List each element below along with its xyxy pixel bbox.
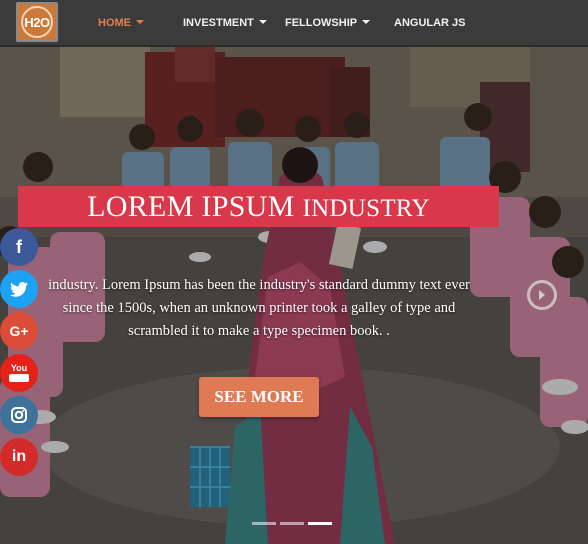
nav-item-label: ANGULAR JS (394, 17, 466, 29)
hero-carousel: LOREM IPSUM INDUSTRY industry. Lorem Ips… (0, 47, 588, 544)
top-navbar: H2O HOME INVESTMENT FELLOWSHIP ANGULAR J… (0, 0, 588, 46)
instagram-icon (11, 407, 27, 423)
chevron-right-icon (539, 290, 545, 300)
see-more-button[interactable]: SEE MORE (199, 377, 319, 417)
carousel-indicator[interactable] (280, 522, 304, 525)
nav-item-angular-js[interactable]: ANGULAR JS (394, 0, 466, 46)
hero-title-banner: LOREM IPSUM INDUSTRY (18, 186, 499, 227)
nav-item-label: INVESTMENT (183, 17, 254, 29)
caret-down-icon (258, 20, 267, 24)
carousel-indicator[interactable] (252, 522, 276, 525)
linkedin-icon: in (11, 448, 27, 465)
nav-item-fellowship[interactable]: FELLOWSHIP (285, 0, 371, 46)
logo-text: H2O (21, 6, 53, 38)
site-logo[interactable]: H2O (16, 2, 58, 42)
linkedin-button[interactable]: in (0, 438, 38, 476)
hero-description: industry. Lorem Ipsum has been the indus… (48, 277, 470, 339)
hero-title-small: INDUSTRY (302, 194, 430, 222)
carousel-indicator-active[interactable] (308, 522, 332, 525)
twitter-button[interactable] (0, 270, 38, 308)
carousel-indicators (252, 522, 332, 525)
google-plus-icon: G+ (9, 323, 29, 339)
caret-down-icon (136, 20, 144, 24)
twitter-icon (10, 281, 28, 297)
instagram-button[interactable] (0, 396, 38, 434)
google-plus-button[interactable]: G+ (0, 312, 38, 350)
nav-item-label: HOME (98, 17, 131, 29)
hero-title-main: LOREM IPSUM (87, 189, 295, 223)
facebook-icon: f (16, 236, 22, 257)
youtube-button[interactable]: You (0, 354, 38, 392)
carousel-next-arrow[interactable] (527, 280, 557, 310)
hero-title: LOREM IPSUM INDUSTRY (87, 190, 430, 224)
youtube-icon: You (9, 364, 29, 382)
nav-item-label: FELLOWSHIP (285, 17, 358, 29)
facebook-button[interactable]: f (0, 228, 38, 266)
nav-item-investment[interactable]: INVESTMENT (183, 0, 267, 46)
nav-item-home[interactable]: HOME (98, 0, 144, 46)
caret-down-icon (362, 20, 371, 24)
